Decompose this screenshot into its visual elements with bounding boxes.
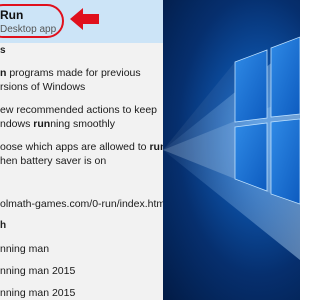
- result-1-line-2: rsions of Windows: [0, 81, 86, 93]
- result-1-text: programs made for previous: [6, 67, 141, 79]
- result-3-line-1: oose which apps are allowed to run: [0, 140, 163, 154]
- result-2-line-2-pre: ndows: [0, 118, 34, 130]
- result-2-line-2-post: ning smoothly: [50, 118, 115, 130]
- result-1-line-1: n programs made for previous: [0, 66, 163, 80]
- result-3-pre: oose which apps are allowed to: [0, 141, 150, 153]
- web-suggestion-3-text: nning man 2015: [0, 287, 76, 299]
- settings-result-3[interactable]: oose which apps are allowed to run hen b…: [0, 140, 163, 168]
- result-2-line-1: ew recommended actions to keep: [0, 104, 158, 116]
- settings-result-2[interactable]: ew recommended actions to keep ndows run…: [0, 103, 163, 131]
- settings-section-header: s: [0, 45, 6, 56]
- result-2-bold: run: [33, 118, 51, 130]
- web-section-header: h: [0, 220, 7, 231]
- web-suggestion-1-text: nning man: [0, 243, 50, 255]
- web-link-text: olmath-games.com/0-run/index.html: [0, 198, 163, 210]
- start-search-results-panel: Run Desktop app s n programs made for pr…: [0, 0, 163, 300]
- result-3-line-2: hen battery saver is on: [0, 155, 107, 167]
- windows-logo-icon: [163, 36, 300, 260]
- web-suggestion-2-text: nning man 2015: [0, 265, 76, 277]
- settings-result-1[interactable]: n programs made for previous rsions of W…: [0, 66, 163, 94]
- web-suggestion-2[interactable]: nning man 2015: [0, 264, 163, 278]
- result-3-bold: run: [149, 141, 163, 153]
- web-suggestion-1[interactable]: nning man: [0, 242, 163, 256]
- screen: Run Desktop app s n programs made for pr…: [0, 0, 300, 300]
- arrow-left-icon: [70, 8, 99, 30]
- red-highlight-oval: [0, 4, 64, 38]
- web-suggestion-3[interactable]: nning man 2015: [0, 286, 163, 300]
- result-2-line-2: ndows running smoothly: [0, 117, 163, 131]
- web-link-result[interactable]: olmath-games.com/0-run/index.html: [0, 197, 163, 211]
- desktop-wallpaper: [163, 0, 300, 300]
